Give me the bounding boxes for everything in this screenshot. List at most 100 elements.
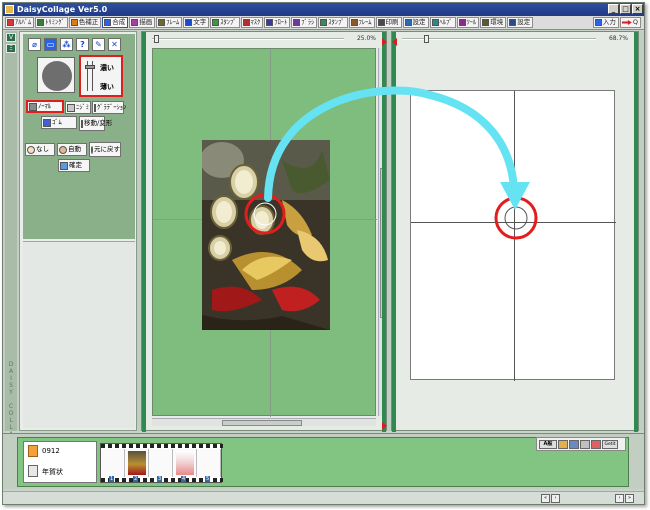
destination-canvas[interactable] bbox=[410, 90, 616, 381]
transform-button[interactable]: 移動/変形 bbox=[79, 116, 112, 131]
maximize-button[interactable]: □ bbox=[620, 4, 631, 14]
toolbar-button-13[interactable]: 印刷 bbox=[375, 17, 402, 28]
strip-button-v[interactable]: V bbox=[6, 33, 16, 42]
reset-button[interactable]: 元に戻す bbox=[89, 142, 121, 157]
toolbar-label: ｽﾀﾝﾌﾟ bbox=[328, 18, 345, 26]
film-frame[interactable]: 4 bbox=[173, 449, 197, 482]
smudge-brush-button[interactable]: ﾆｼﾞﾐ bbox=[65, 101, 91, 114]
frame-number: 1 bbox=[109, 476, 115, 482]
toolbar-label: ﾌﾞﾗｼ bbox=[301, 18, 315, 26]
dest-zoom-track[interactable] bbox=[402, 38, 596, 40]
toolbar-button-3[interactable]: 合成 bbox=[102, 17, 129, 28]
face-none-icon bbox=[27, 145, 35, 154]
text-icon bbox=[185, 19, 193, 26]
pen-icon[interactable]: ✎ bbox=[92, 38, 105, 51]
dest-zoom-thumb[interactable] bbox=[424, 35, 429, 43]
minimize-button[interactable]: _ bbox=[608, 4, 619, 14]
brush-icon bbox=[293, 19, 301, 26]
close-button[interactable]: × bbox=[632, 4, 643, 14]
save-icon[interactable] bbox=[580, 439, 590, 449]
tree-icon[interactable]: ⁂ bbox=[60, 38, 73, 51]
film-frame[interactable]: 3 bbox=[149, 449, 173, 482]
expand-left-icon[interactable] bbox=[392, 38, 397, 46]
density-slider[interactable]: 濃い 薄い bbox=[79, 55, 123, 97]
auto-button[interactable]: 自動 bbox=[57, 143, 87, 156]
source-canvas[interactable] bbox=[152, 48, 377, 417]
toolbar-label: ﾄﾘﾐﾝｸﾞ bbox=[45, 18, 65, 26]
toolbar-button-1[interactable]: ﾄﾘﾐﾝｸﾞ bbox=[35, 17, 68, 28]
toolbar-button-11[interactable]: ｽﾀﾝﾌﾟ bbox=[318, 17, 348, 28]
nav-prev-button[interactable]: ‹ bbox=[551, 494, 560, 503]
normal-brush-button[interactable]: ﾉｰﾏﾙ bbox=[26, 100, 64, 113]
frame-thumbnail bbox=[176, 451, 194, 475]
tool-icon bbox=[458, 19, 466, 26]
input-button[interactable]: 入力 bbox=[592, 17, 619, 28]
toolbar-button-12[interactable]: ﾌﾚｰﾑ bbox=[348, 17, 375, 28]
toolbar-button-6[interactable]: 文字 bbox=[183, 17, 210, 28]
dest-left-edge bbox=[392, 32, 396, 432]
none-button[interactable]: なし bbox=[25, 143, 55, 156]
nav-last-button[interactable]: » bbox=[625, 494, 634, 503]
toolbar-button-8[interactable]: ﾏｽｸ bbox=[240, 17, 264, 28]
paint-icon[interactable] bbox=[558, 439, 568, 449]
toolbar-button-18[interactable]: 設定 bbox=[507, 17, 534, 28]
toolbar-button-0[interactable]: ｱﾙﾊﾞﾑ bbox=[5, 17, 35, 28]
toolbar-button-15[interactable]: ﾍﾙﾌﾟ bbox=[429, 17, 456, 28]
face-auto-icon bbox=[59, 145, 67, 154]
arrow-right-icon bbox=[621, 20, 632, 25]
new-year-photo[interactable] bbox=[202, 140, 330, 330]
toolbar-button-7[interactable]: ｽﾀﾝﾌﾟ bbox=[210, 17, 240, 28]
question-icon[interactable]: ? bbox=[76, 38, 89, 51]
toolbar-button-17[interactable]: 環境 bbox=[480, 17, 507, 28]
toolbar-button-14[interactable]: 設定 bbox=[402, 17, 429, 28]
delete-icon[interactable] bbox=[591, 439, 601, 449]
density-high-label: 濃い bbox=[100, 64, 114, 72]
film-frame[interactable]: 5 bbox=[197, 449, 221, 482]
text-tool-button[interactable]: A般 bbox=[539, 439, 557, 449]
brand-letter: D bbox=[8, 361, 14, 368]
gradient-brush-button[interactable]: ｸﾞﾗﾃﾞｰｼｮﾝ bbox=[92, 101, 126, 114]
source-horizontal-scrollbar[interactable] bbox=[152, 418, 376, 426]
transform-label: 移動/変形 bbox=[84, 119, 113, 127]
title-bar[interactable]: DaisyCollage Ver5.0 _ □ × bbox=[3, 3, 644, 16]
expand-right-bottom-icon[interactable] bbox=[382, 422, 387, 430]
density-knob[interactable] bbox=[85, 65, 95, 69]
copy-icon[interactable] bbox=[569, 439, 579, 449]
album-file-card[interactable]: 0912 年賀状 bbox=[23, 441, 97, 483]
film-frame[interactable]: 2 bbox=[125, 449, 149, 482]
tool-panel: ⌀ ▭ ⁂ ? ✎ ✕ 濃い 薄い ﾉｰﾏﾙ ﾆｼﾞﾐ ｸﾞﾗﾃﾞｰｼｮﾝ ｺﾞ… bbox=[19, 31, 137, 431]
smudge-label: ﾆｼﾞﾐ bbox=[76, 103, 89, 111]
nav-first-button[interactable]: « bbox=[541, 494, 550, 503]
toolbar-button-2[interactable]: 色補正 bbox=[68, 17, 102, 28]
normal-brush-label: ﾉｰﾏﾙ bbox=[38, 102, 51, 110]
toolbar-button-10[interactable]: ﾌﾞﾗｼ bbox=[291, 17, 318, 28]
source-zoom-track[interactable] bbox=[152, 38, 344, 40]
toolbar-button-4[interactable]: 描画 bbox=[129, 17, 156, 28]
tool-panel-upper: ⌀ ▭ ⁂ ? ✎ ✕ 濃い 薄い ﾉｰﾏﾙ ﾆｼﾞﾐ ｸﾞﾗﾃﾞｰｼｮﾝ ｺﾞ… bbox=[23, 34, 135, 239]
getit-button[interactable]: Getit bbox=[602, 439, 618, 449]
tool-panel-lower bbox=[23, 241, 135, 428]
color-correct-icon bbox=[70, 19, 78, 26]
output-button[interactable]: Q bbox=[619, 17, 641, 28]
source-zoom-thumb[interactable] bbox=[154, 35, 159, 43]
rect-select-icon[interactable]: ▭ bbox=[44, 38, 57, 51]
toolbar-button-16[interactable]: ﾂｰﾙ bbox=[456, 17, 480, 28]
brush-size-preview[interactable] bbox=[37, 57, 75, 93]
expand-right-icon[interactable] bbox=[382, 38, 387, 46]
source-hscroll-thumb[interactable] bbox=[222, 420, 302, 426]
toolbar-label: 文字 bbox=[193, 18, 207, 26]
toolbar-button-9[interactable]: ﾌﾛｰﾄ bbox=[264, 17, 291, 28]
page-icon bbox=[28, 465, 38, 477]
cancel-icon[interactable]: ✕ bbox=[108, 38, 121, 51]
nav-next-button[interactable]: › bbox=[615, 494, 624, 503]
eraser-button[interactable]: ｺﾞﾑ bbox=[41, 116, 77, 129]
toolbar-button-5[interactable]: ﾌﾚｰﾑ bbox=[156, 17, 183, 28]
settings-icon bbox=[404, 19, 412, 26]
brush-mode-icon[interactable]: ⌀ bbox=[28, 38, 41, 51]
film-frame[interactable]: 1 bbox=[101, 449, 125, 482]
confirm-button[interactable]: 確定 bbox=[58, 159, 90, 172]
strip-button-menu[interactable]: Ξ bbox=[6, 44, 16, 53]
density-low-label: 薄い bbox=[100, 83, 114, 91]
eraser-label: ｺﾞﾑ bbox=[52, 118, 62, 126]
frame-thumbnail bbox=[128, 451, 146, 475]
